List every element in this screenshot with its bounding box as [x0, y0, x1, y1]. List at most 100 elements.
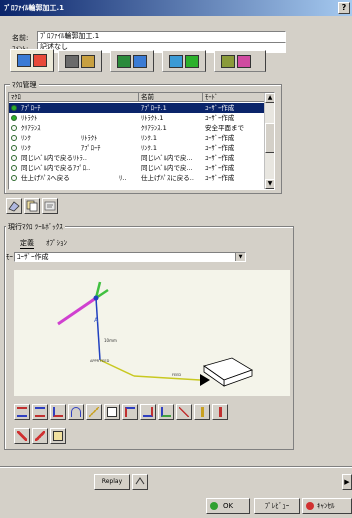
name-field[interactable]: ﾌﾟﾛﾌｧｲﾙ輪郭加工.1 [37, 31, 286, 42]
add-perpendicular-motion-button[interactable] [50, 404, 66, 420]
macro-active-radio[interactable] [11, 155, 17, 161]
vertical-axis-icon [219, 407, 222, 417]
title-bar: ﾌﾟﾛﾌｧｲﾙ輪郭加工.1 ? [0, 0, 352, 16]
macro-toolbox-title: 現行ﾏｸﾛ ﾂｰﾙﾎﾞｯｸｽ [6, 222, 65, 232]
tool-path-icon [135, 477, 145, 485]
macro-active-radio[interactable] [11, 135, 17, 141]
distance-motion-icon [161, 407, 171, 417]
preview-button[interactable]: ﾌﾟﾚﾋﾞｭｰ [254, 498, 300, 514]
cancel-icon [306, 502, 314, 510]
perpendicular-motion-icon [53, 407, 63, 417]
eraser-icon [8, 201, 20, 212]
tool-tab-icon [65, 55, 79, 68]
text-motion-icon [107, 407, 117, 417]
distance-label: 10mm [104, 338, 117, 343]
tool-direction-arrow [200, 374, 210, 386]
macro-list-scrollbar[interactable]: ▲ ▼ [264, 93, 274, 189]
macro-active-radio[interactable] [11, 115, 17, 121]
tab-geometry[interactable] [10, 49, 54, 72]
macro-row[interactable]: 仕上げﾊﾟｽへ戻る ﾘ.. 仕上げﾊﾟｽに戻る.. ﾕｰｻﾞｰ作成 [9, 173, 265, 183]
remove-motion-button[interactable] [14, 428, 30, 444]
remove-all-motions-button[interactable] [32, 428, 48, 444]
ok-icon [210, 502, 218, 510]
macro-row[interactable]: ｸﾘｱﾗﾝｽ ｸﾘｱﾗﾝｽ.1 安全平面まで [9, 123, 265, 133]
macro-row[interactable]: 同じﾚﾍﾞﾙ内で戻るｱﾌﾟﾛ.. 同じﾚﾍﾞﾙ内で戻... ﾕｰｻﾞｰ作成 [9, 163, 265, 173]
add-vertical-motion-button[interactable] [194, 404, 210, 420]
eraser-button[interactable] [6, 198, 22, 214]
column-header-mode[interactable]: ﾓｰﾄﾞ [203, 93, 265, 102]
tab-options[interactable]: ｵﾌﾟｼｮﾝ [46, 238, 67, 248]
macro-row[interactable]: ﾘﾝｸ ｱﾌﾟﾛｰﾁ ﾘﾝｸ.1 ﾕｰｻﾞｰ作成 [9, 143, 265, 153]
geometry-tab-icon [17, 54, 31, 67]
tab-strategy[interactable] [162, 50, 206, 72]
mode-select-value: ﾕｰｻﾞｰ作成 [17, 253, 49, 261]
cancel-button[interactable]: ｷｬﾝｾﾙ [302, 498, 352, 514]
column-header-name[interactable]: 名前 [139, 93, 203, 102]
feeds-speeds-tab-icon [117, 55, 131, 68]
helix-motion-icon [143, 407, 153, 417]
macro-tab-icon [221, 55, 235, 68]
add-plane-motion-button[interactable] [176, 404, 192, 420]
circular-motion-icon [71, 407, 81, 417]
scroll-thumb[interactable] [265, 123, 274, 153]
copy-icon [26, 200, 38, 212]
macro-row[interactable]: ｱﾌﾟﾛｰﾁ ｱﾌﾟﾛｰﾁ.1 ﾕｰｻﾞｰ作成 [9, 103, 265, 113]
macro-diagram[interactable]: A 10mm APPR FEED FEED [14, 270, 290, 396]
remove-motion-icon [17, 431, 27, 441]
add-helix-motion-button[interactable] [140, 404, 156, 420]
scroll-down-button[interactable]: ▼ [265, 179, 274, 189]
window-title: ﾌﾟﾛﾌｧｲﾙ輪郭加工.1 [4, 4, 65, 12]
plane-motion-icon [179, 407, 189, 417]
approach-path-line [57, 296, 97, 326]
add-goto-point-button[interactable] [122, 404, 138, 420]
strategy-tabs [10, 49, 274, 72]
vertical-motion-icon [201, 407, 204, 417]
replay-button[interactable]: Replay [94, 474, 130, 490]
toolpath-diagram: A 10mm APPR FEED FEED [57, 281, 253, 387]
macro-active-radio[interactable] [11, 165, 17, 171]
macro-row[interactable]: ﾘﾝｸ ﾘﾄﾗｸﾄ ﾘﾝｸ.1 ﾕｰｻﾞｰ作成 [9, 133, 265, 143]
vertical-path-line [95, 297, 101, 361]
add-circular-motion-button[interactable] [68, 404, 84, 420]
goto-point-icon [125, 407, 135, 417]
macro-active-radio[interactable] [11, 105, 17, 111]
tangent-motion-icon [35, 407, 45, 417]
add-text-motion-button[interactable] [104, 404, 120, 420]
add-vertical-axis-motion-button[interactable] [212, 404, 228, 420]
macro-management-title: ﾏｸﾛ管理 [10, 80, 39, 90]
tool-path-button[interactable] [132, 474, 148, 490]
macro-active-radio[interactable] [11, 125, 17, 131]
macro-active-radio[interactable] [11, 175, 17, 181]
copy-macro-button[interactable] [24, 198, 40, 214]
chevron-down-icon[interactable]: ▼ [235, 253, 245, 261]
add-ramp-motion-button[interactable] [86, 404, 102, 420]
approach-feed-label: APPR FEED [90, 359, 110, 363]
ok-button[interactable]: OK [206, 498, 250, 514]
macro-list: ﾏｸﾛ 名前 ﾓｰﾄﾞ ｱﾌﾟﾛｰﾁ ｱﾌﾟﾛｰﾁ.1 ﾕｰｻﾞｰ作成 ﾘﾄﾗｸ… [8, 92, 275, 190]
name-label: 名前: [12, 34, 29, 42]
macro-row[interactable]: 同じﾚﾍﾞﾙ内で戻るﾘﾄﾗ.. 同じﾚﾍﾞﾙ内で戻... ﾕｰｻﾞｰ作成 [9, 153, 265, 163]
add-tangent-motion-button[interactable] [32, 404, 48, 420]
strategy-tab-icon [169, 55, 183, 68]
scroll-up-button[interactable]: ▲ [265, 93, 274, 103]
play-button[interactable]: ▶ [342, 474, 352, 490]
remove-all-icon [35, 431, 45, 441]
add-distance-motion-button[interactable] [158, 404, 174, 420]
axial-motion-icon [17, 407, 27, 417]
tab-macro[interactable] [214, 50, 266, 72]
column-header-macro[interactable]: ﾏｸﾛ [9, 93, 139, 102]
tab-feeds-speeds[interactable] [110, 50, 154, 72]
help-button[interactable]: ? [338, 2, 350, 14]
tab-tool[interactable] [58, 50, 102, 72]
macro-row[interactable]: ﾘﾄﾗｸﾄ ﾘﾄﾗｸﾄ.1 ﾕｰｻﾞｰ作成 [9, 113, 265, 123]
add-axial-motion-button[interactable] [14, 404, 30, 420]
copy-motion-button[interactable] [50, 428, 66, 444]
properties-icon [44, 201, 56, 211]
ramp-motion-icon [89, 407, 99, 417]
copy-motion-icon [53, 431, 63, 441]
macro-properties-button[interactable] [42, 198, 58, 214]
tab-definition[interactable]: 定義 [20, 238, 34, 249]
machining-dialog: ﾌﾟﾛﾌｧｲﾙ輪郭加工.1 ? 名前: ﾌﾟﾛﾌｧｲﾙ輪郭加工.1 ｺﾒﾝﾄ: … [0, 0, 352, 518]
macro-active-radio[interactable] [11, 145, 17, 151]
mode-select[interactable]: ﾕｰｻﾞｰ作成 ▼ [14, 252, 246, 262]
